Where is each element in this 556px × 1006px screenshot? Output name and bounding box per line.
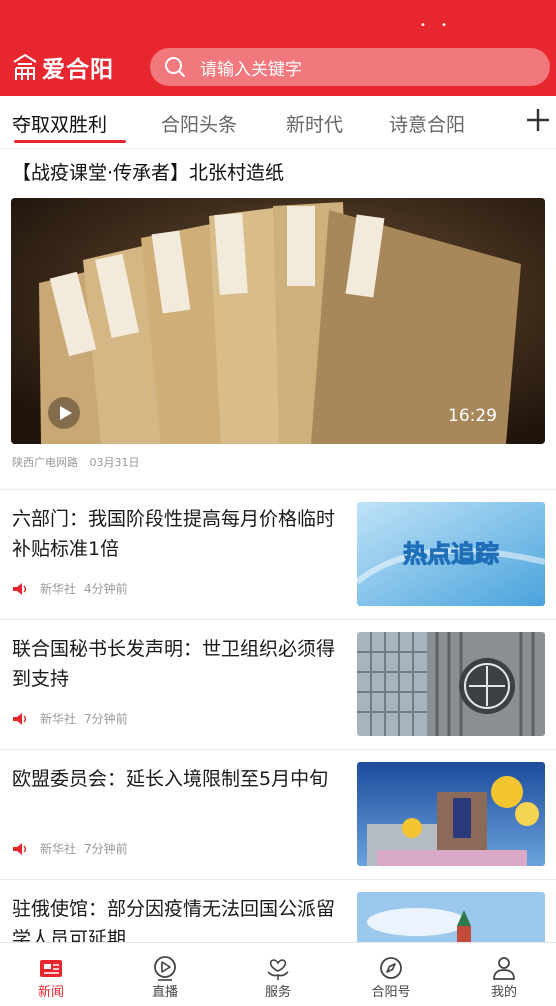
nav-label: 服务 [264, 985, 291, 1000]
news-meta: 新华社 7分钟前 [12, 710, 128, 727]
compass-icon [380, 957, 402, 979]
nav-service[interactable]: 服务 [238, 943, 318, 1006]
news-item[interactable]: 联合国秘书长发声明：世卫组织必须得到支持 新华社 7分钟前 [0, 619, 556, 749]
feature-video[interactable]: 16:29 [11, 198, 545, 444]
nav-profile[interactable]: 我的 [464, 943, 544, 1006]
active-tab-indicator [14, 140, 126, 143]
news-thumbnail[interactable] [357, 762, 545, 866]
tab-new-era[interactable]: 新时代 [286, 110, 343, 137]
thumbnail-caption: 热点追踪 [403, 540, 499, 568]
search-icon [165, 57, 185, 77]
status-bar-indicator: • • [420, 20, 453, 31]
news-thumbnail[interactable]: 热点追踪 [357, 502, 545, 606]
un-building-image [357, 632, 545, 736]
nav-label: 直播 [151, 985, 178, 1000]
news-time: 7分钟前 [84, 842, 128, 856]
news-time: 7分钟前 [84, 712, 128, 726]
news-item[interactable]: 欧盟委员会：延长入境限制至5月中旬 新华社 7分钟前 [0, 749, 556, 879]
nav-news[interactable]: 新闻 [11, 943, 91, 1006]
news-source: 新华社 [40, 582, 77, 596]
news-title: 欧盟委员会：延长入境限制至5月中旬 [12, 768, 329, 790]
tab-victory[interactable]: 夺取双胜利 [12, 110, 107, 137]
tabs-divider [0, 148, 556, 149]
nav-label: 我的 [490, 985, 517, 1000]
news-title: 六部门：我国阶段性提高每月价格临时补贴标准1倍 [12, 508, 336, 560]
feature-meta: 陕西广电网路 03月31日 [12, 454, 140, 470]
news-source: 新华社 [40, 842, 77, 856]
feature-title[interactable]: 【战疫课堂·传承者】北张村造纸 [12, 158, 284, 185]
app-logo[interactable]: 爱合阳 [12, 50, 114, 84]
add-channel-icon[interactable] [525, 107, 551, 133]
user-icon [493, 957, 515, 980]
hot-topic-image: 热点追踪 [357, 502, 545, 606]
news-meta: 新华社 4分钟前 [12, 580, 128, 597]
news-title: 联合国秘书长发声明：世卫组织必须得到支持 [12, 638, 336, 690]
tab-poetic[interactable]: 诗意合阳 [389, 110, 465, 137]
logo-mark-icon [13, 53, 37, 80]
news-meta: 新华社 7分钟前 [12, 840, 128, 857]
video-duration: 16:29 [448, 406, 497, 426]
speaker-icon[interactable] [12, 842, 28, 855]
news-item[interactable]: 六部门：我国阶段性提高每月价格临时补贴标准1倍 新华社 4分钟前 热点追踪 [0, 489, 556, 619]
news-time: 4分钟前 [84, 582, 128, 596]
nav-label: 新闻 [37, 985, 64, 1000]
search-bar[interactable]: 请输入关键字 [150, 48, 550, 86]
feature-source: 陕西广电网路 [12, 456, 78, 469]
category-tabs: 夺取双胜利 合阳头条 新时代 诗意合阳 [0, 96, 556, 148]
service-icon [267, 959, 289, 980]
nav-live[interactable]: 直播 [125, 943, 205, 1006]
news-thumbnail[interactable] [357, 632, 545, 736]
app-title: 爱合阳 [42, 56, 114, 83]
news-source: 新华社 [40, 712, 77, 726]
live-icon [154, 956, 176, 981]
eu-building-image [357, 762, 545, 866]
app-header: • • 爱合阳 请输入关键字 [0, 0, 556, 96]
news-icon [40, 960, 62, 977]
nav-heyang-account[interactable]: 合阳号 [351, 943, 431, 1006]
nav-label: 合阳号 [371, 985, 411, 1000]
tab-headlines[interactable]: 合阳头条 [161, 110, 237, 137]
feature-date: 03月31日 [89, 456, 140, 469]
search-placeholder: 请输入关键字 [200, 59, 302, 80]
bottom-navigation: 新闻 直播 服务 合阳号 我的 [0, 942, 556, 1006]
speaker-icon[interactable] [12, 582, 28, 595]
play-icon[interactable] [47, 396, 81, 430]
speaker-icon[interactable] [12, 712, 28, 725]
